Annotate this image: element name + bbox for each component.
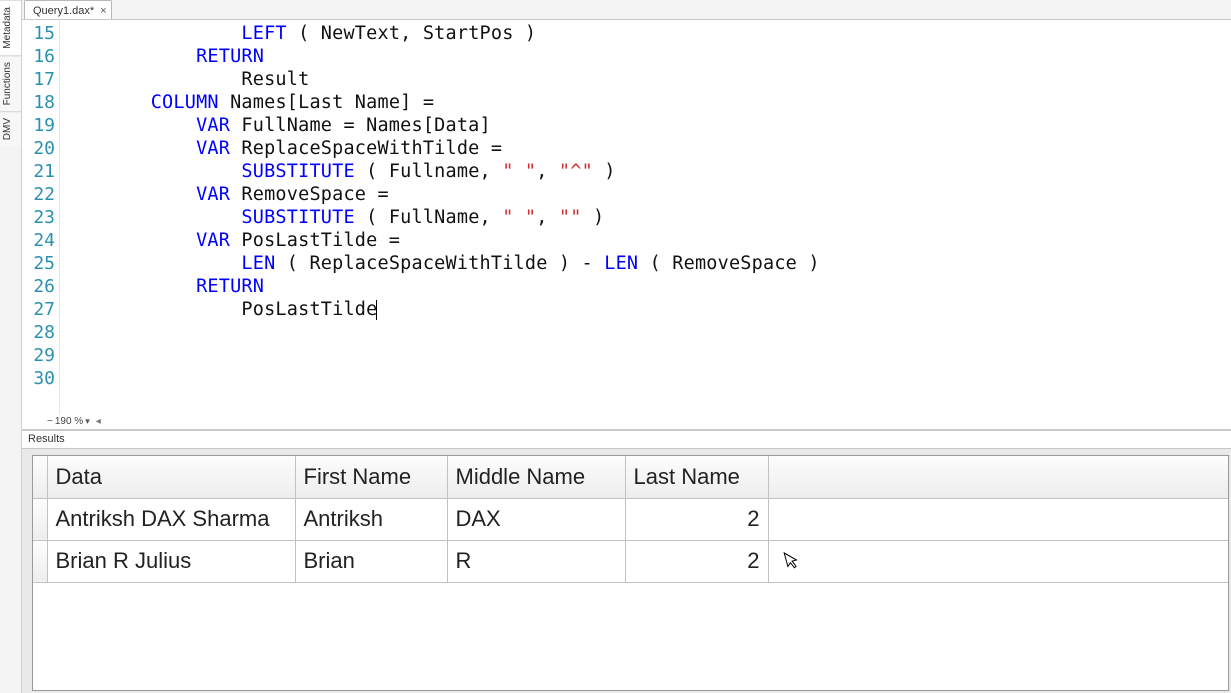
line-number: 30: [22, 367, 59, 390]
line-number: 15: [22, 22, 59, 45]
document-tab-title: Query1.dax*: [33, 5, 94, 17]
results-panel: Results: [22, 430, 1231, 693]
grid-corner: [33, 456, 47, 498]
cell-blank: [768, 498, 1228, 540]
col-header-data[interactable]: Data: [47, 456, 295, 498]
line-number: 24: [22, 229, 59, 252]
row-header: [33, 498, 47, 540]
code-editor[interactable]: 15 16 17 18 19 20 21 22 23 24 25 26 27 2…: [22, 20, 1231, 430]
side-tab-metadata[interactable]: Metadata: [0, 0, 21, 55]
close-icon[interactable]: ×: [100, 5, 106, 17]
line-number: 21: [22, 160, 59, 183]
col-header-first-name[interactable]: First Name: [295, 456, 447, 498]
line-number: 22: [22, 183, 59, 206]
document-tabstrip: Query1.dax* ×: [22, 0, 1231, 20]
line-number: 26: [22, 275, 59, 298]
line-number: 28: [22, 321, 59, 344]
cell-first-name[interactable]: Brian: [295, 540, 447, 582]
line-number: 27: [22, 298, 59, 321]
cell-data[interactable]: Antriksh DAX Sharma: [47, 498, 295, 540]
cell-blank: [768, 540, 1228, 582]
cell-last-name[interactable]: 2: [625, 498, 768, 540]
cell-data[interactable]: Brian R Julius: [47, 540, 295, 582]
results-tab[interactable]: Results: [22, 431, 1231, 449]
side-tab-dmv[interactable]: DMV: [0, 111, 21, 146]
zoom-minus-icon[interactable]: −: [47, 416, 53, 427]
cell-middle-name[interactable]: DAX: [447, 498, 625, 540]
line-number: 29: [22, 344, 59, 367]
line-number: 16: [22, 45, 59, 68]
code-body[interactable]: LEFT ( NewText, StartPos ) RETURN Result…: [60, 20, 1231, 429]
header-row: Data First Name Middle Name Last Name: [33, 456, 1228, 498]
document-tab-query1[interactable]: Query1.dax* ×: [24, 0, 112, 19]
text-caret: [376, 300, 377, 320]
zoom-value: 190 %: [55, 416, 83, 427]
line-number: 23: [22, 206, 59, 229]
line-number: 18: [22, 91, 59, 114]
side-tab-functions[interactable]: Functions: [0, 55, 21, 111]
line-number-gutter: 15 16 17 18 19 20 21 22 23 24 25 26 27 2…: [22, 20, 60, 429]
cell-first-name[interactable]: Antriksh: [295, 498, 447, 540]
line-number: 25: [22, 252, 59, 275]
table-row[interactable]: Brian R Julius Brian R 2: [33, 540, 1228, 582]
scroll-left-icon[interactable]: ◂: [96, 416, 101, 427]
line-number: 19: [22, 114, 59, 137]
zoom-indicator[interactable]: − 190 % ▾ ◂: [44, 414, 104, 428]
table-row[interactable]: Antriksh DAX Sharma Antriksh DAX 2: [33, 498, 1228, 540]
cell-last-name[interactable]: 2: [625, 540, 768, 582]
col-header-last-name[interactable]: Last Name: [625, 456, 768, 498]
results-grid[interactable]: Data First Name Middle Name Last Name An…: [32, 455, 1229, 691]
line-number: 20: [22, 137, 59, 160]
cell-middle-name[interactable]: R: [447, 540, 625, 582]
col-header-blank: [768, 456, 1228, 498]
row-header: [33, 540, 47, 582]
chevron-down-icon[interactable]: ▾: [85, 416, 90, 427]
col-header-middle-name[interactable]: Middle Name: [447, 456, 625, 498]
side-tab-strip: Metadata Functions DMV: [0, 0, 22, 693]
grid-empty-area: [33, 582, 1228, 624]
code-text[interactable]: LEFT ( NewText, StartPos ) RETURN Result…: [60, 22, 1231, 390]
line-number: 17: [22, 68, 59, 91]
